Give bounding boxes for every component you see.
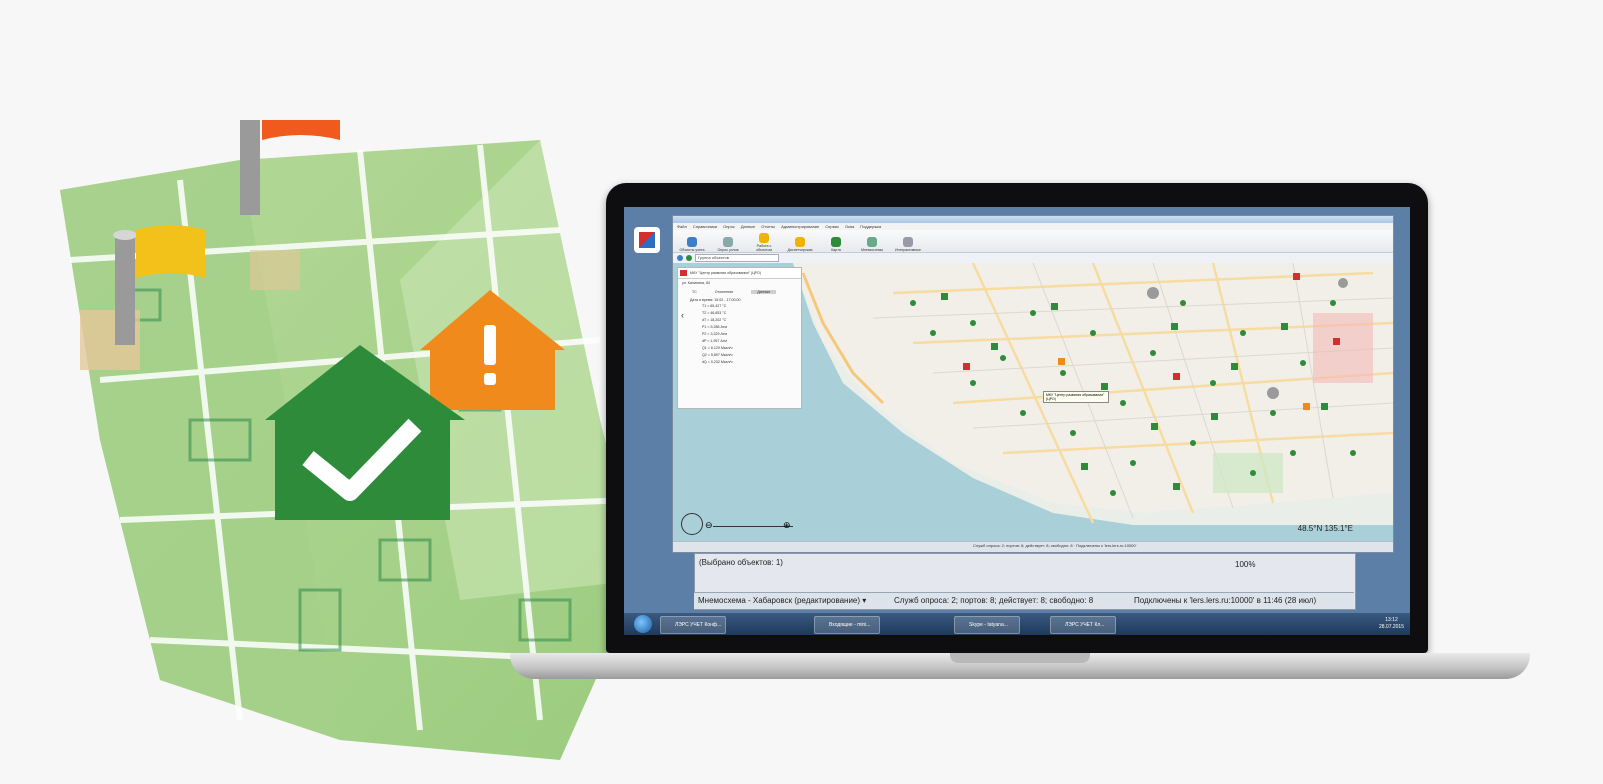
reading-row: T1 = 65,427 °C [702, 304, 727, 308]
reading-row: dP = 1,957 Атм [702, 339, 727, 343]
reading-row: dT = 18,202 °C [702, 318, 727, 322]
menu-item[interactable]: Администрирование [781, 223, 819, 230]
title-bar [673, 216, 1393, 223]
ribbon-button[interactable]: Объекты учета [679, 237, 705, 252]
laptop-screen: (Выбрано объектов: 1) 100% Мнемосхема - … [624, 207, 1410, 635]
menu-item[interactable]: Справочники [693, 223, 717, 230]
app-window: Файл Справочники Опрос Данные Отчеты Адм… [672, 215, 1394, 553]
info-title: МКУ "Центр развития образования" (ЦРО) [690, 271, 761, 275]
status-left[interactable]: Мнемосхема - Хабаровск (редактирование) … [698, 596, 866, 605]
menu-item[interactable]: Опрос [723, 223, 735, 230]
app-status-text: Служб опроса: 2; портов: 8; действует: 8… [973, 543, 1137, 548]
zoom-in-icon[interactable]: ⊕ [783, 520, 791, 531]
menu-item[interactable]: Окна [845, 223, 854, 230]
pan-control-icon[interactable] [681, 513, 703, 535]
map-coordinates: 48.5°N 135.1°E [1297, 524, 1353, 533]
background-statusbar: Мнемосхема - Хабаровск (редактирование) … [694, 592, 1354, 609]
menu-item[interactable]: Файл [677, 223, 687, 230]
taskbar-task[interactable]: ЛЭРС УЧЕТ Кл... [1050, 616, 1116, 634]
ribbon-button[interactable]: Мнемосхемы [859, 237, 885, 252]
reading-row: Q2 = 5,897 Мкал/ч [702, 353, 733, 357]
zoom-slider[interactable] [713, 525, 793, 527]
group-select[interactable]: Группа объектов [695, 254, 779, 262]
ribbon-button[interactable]: Работа с объектом [751, 233, 777, 252]
tab-data[interactable]: Данные [751, 290, 777, 294]
taskbar-clock: 13:12 28.07.2015 [1378, 617, 1404, 630]
map-tooltip: МКУ "Центр развития образования" (ЦРО) [1043, 391, 1109, 403]
reading-row: T2 = 46,653 °C [702, 311, 727, 315]
layers-icon[interactable] [686, 255, 692, 261]
app-logo [634, 227, 660, 253]
nav-icon[interactable] [677, 255, 683, 261]
laptop-notch [950, 653, 1090, 663]
menu-bar: Файл Справочники Опрос Данные Отчеты Адм… [673, 223, 1393, 230]
taskbar: ЛЭРС УЧЕТ Конф... Входящие - mini... Sky… [624, 613, 1410, 635]
menu-item[interactable]: Данные [741, 223, 755, 230]
reading-row: dQ = 0,232 Мкал/ч [702, 360, 733, 364]
object-info-panel: МКУ "Центр развития образования" (ЦРО) у… [677, 267, 802, 409]
paper-map-illustration [60, 120, 640, 760]
status-right: Подключены к 'lers.lers.ru:10000' в 11:4… [1134, 596, 1317, 605]
info-address: ул. Калинина, 84 [682, 281, 710, 285]
zoom-level[interactable]: 100% [1235, 560, 1255, 569]
taskbar-task[interactable]: Входящие - mini... [814, 616, 880, 634]
taskbar-task[interactable]: ЛЭРС УЧЕТ Конф... [660, 616, 726, 634]
selected-count: (Выбрано объектов: 1) [699, 558, 783, 567]
app-statusbar: Служб опроса: 2; портов: 8; действует: 8… [673, 541, 1393, 552]
status-mid: Служб опроса: 2; портов: 8; действует: 8… [894, 596, 1094, 605]
reading-row: P2 = 3,329 Атм [702, 332, 727, 336]
house-icon [680, 270, 687, 276]
menu-item[interactable]: Поддержка [860, 223, 881, 230]
back-arrow-icon[interactable]: ‹ [681, 310, 684, 320]
ribbon-button[interactable]: Опрос узлов [715, 237, 741, 252]
ribbon-button[interactable]: Карта [823, 237, 849, 252]
zoom-out-icon[interactable]: ⊖ [705, 520, 713, 531]
tab-heating[interactable]: Отопление [715, 290, 733, 294]
reading-row: Q1 = 6,129 Мкал/ч [702, 346, 733, 350]
tab-ts[interactable]: ТС [692, 290, 697, 294]
map-view[interactable]: МКУ "Центр развития образования" (ЦРО) у… [673, 263, 1393, 541]
start-button[interactable] [634, 615, 652, 633]
laptop: (Выбрано объектов: 1) 100% Мнемосхема - … [606, 183, 1428, 653]
system-tray[interactable] [1230, 620, 1370, 628]
menu-item[interactable]: Отчеты [761, 223, 775, 230]
ribbon: Объекты учета Опрос узлов Работа с объек… [673, 230, 1393, 253]
menu-item[interactable]: Сервис [825, 223, 839, 230]
taskbar-task[interactable]: Skype - tatyana... [954, 616, 1020, 634]
ribbon-button[interactable]: Интерактивные [895, 237, 921, 252]
ribbon-button[interactable]: Диспетчерская [787, 237, 813, 252]
reading-row: P1 = 5,286 Атм [702, 325, 727, 329]
